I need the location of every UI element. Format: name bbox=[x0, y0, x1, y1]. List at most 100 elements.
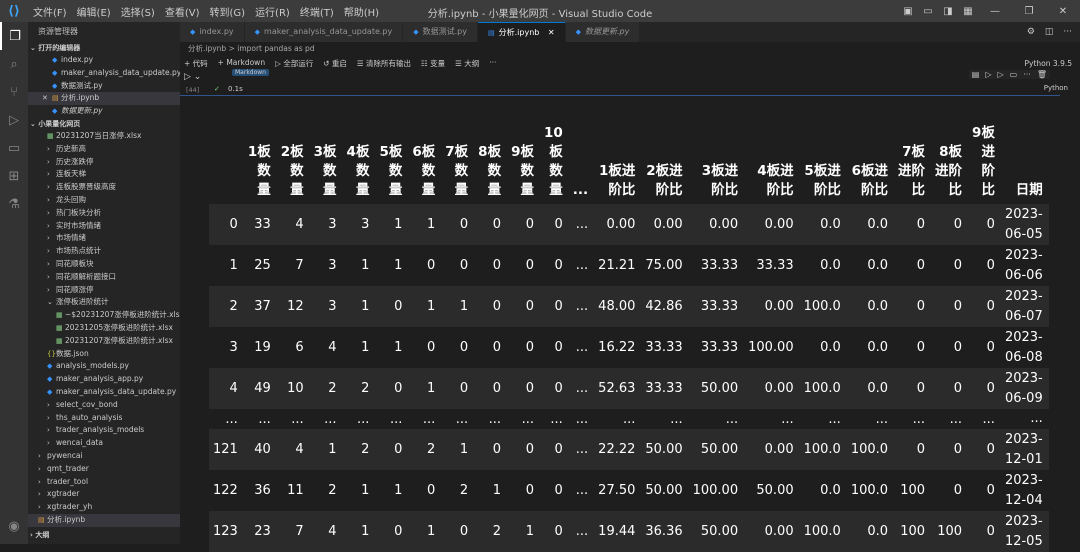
table-cell: 0 bbox=[986, 483, 995, 498]
file-tree-item[interactable]: › qmt_trader bbox=[28, 463, 180, 476]
toggle-panel-icon[interactable]: ▭ bbox=[918, 6, 938, 17]
file-tree-label: qmt_trader bbox=[47, 463, 89, 473]
remote-explorer-icon[interactable]: ▭ bbox=[0, 134, 28, 162]
layout-icon[interactable]: ▦ bbox=[958, 6, 978, 17]
close-window-button[interactable]: ✕ bbox=[1046, 6, 1080, 17]
toolbar-button[interactable]: ▷ 全部运行 bbox=[275, 58, 313, 69]
file-tree-item[interactable]: › 市场情绪 bbox=[28, 232, 180, 245]
table-cell: 52.63 bbox=[598, 381, 636, 396]
open-editor-item[interactable]: ✕ ▤ 分析.ipynb bbox=[28, 92, 180, 106]
row-index: 0 bbox=[229, 217, 238, 232]
table-cell: 22.22 bbox=[598, 442, 636, 457]
open-editor-item[interactable]: ◆ 数据更新.py bbox=[28, 105, 180, 118]
file-tree-item[interactable]: › 实时市场情绪 bbox=[28, 220, 180, 233]
table-cell: 100.00 bbox=[748, 340, 794, 355]
file-tree-item[interactable]: ◆ maker_analysis_data_update.py bbox=[28, 386, 180, 399]
editor-tab[interactable]: ◆ 数据测试.py bbox=[403, 22, 478, 42]
menu-item[interactable]: 编辑(E) bbox=[72, 4, 116, 19]
delete-cell-icon[interactable]: 🗑 bbox=[1037, 70, 1047, 79]
source-control-icon[interactable]: ⑂ bbox=[0, 78, 28, 106]
breadcrumb[interactable]: 分析.ipynb > import pandas as pd bbox=[180, 42, 1080, 56]
file-tree-item[interactable]: › xgtrader bbox=[28, 488, 180, 501]
minimize-button[interactable]: — bbox=[978, 6, 1012, 17]
toolbar-button[interactable]: ↺ 重启 bbox=[323, 58, 347, 69]
file-tree-item[interactable]: › pywencai bbox=[28, 450, 180, 463]
file-tree-item[interactable]: ⌄ 涨停板进阶统计 bbox=[28, 296, 180, 309]
row-index: 121 bbox=[213, 442, 238, 457]
close-icon[interactable]: ✕ bbox=[42, 92, 52, 105]
menu-item[interactable]: 查看(V) bbox=[160, 4, 205, 19]
execute-above-icon[interactable]: ▷ bbox=[985, 70, 991, 79]
editor-tab[interactable]: ▤ 分析.ipynb ✕ bbox=[478, 22, 566, 42]
run-by-line-icon[interactable]: ▤ bbox=[972, 70, 980, 79]
file-tree-item[interactable]: › ths_auto_analysis bbox=[28, 412, 180, 425]
toolbar-button[interactable]: ☰ 清除所有输出 bbox=[357, 58, 411, 69]
open-editor-item[interactable]: ◆ index.py bbox=[28, 54, 180, 67]
menu-item[interactable]: 文件(F) bbox=[28, 4, 72, 19]
menu-item[interactable]: 选择(S) bbox=[116, 4, 160, 19]
more-actions-icon[interactable]: ··· bbox=[1063, 27, 1072, 37]
explorer-icon[interactable]: ❐ bbox=[0, 22, 28, 50]
file-tree-item[interactable]: ▦ 20231207涨停板进阶统计.xlsx bbox=[28, 335, 180, 348]
toolbar-button[interactable]: + 代码 bbox=[184, 58, 208, 69]
more-cell-icon[interactable]: ··· bbox=[1023, 70, 1031, 79]
split-cell-icon[interactable]: ▭ bbox=[1010, 70, 1018, 79]
file-tree-item[interactable]: ▦ 20231205涨停板进阶统计.xlsx bbox=[28, 322, 180, 335]
table-cell: 0 bbox=[525, 258, 534, 273]
file-tree-item[interactable]: › xgtrader_yh bbox=[28, 501, 180, 514]
file-tree-item[interactable]: ◆ maker_analysis_app.py bbox=[28, 373, 180, 386]
outline-section[interactable]: › 大纲 bbox=[28, 529, 49, 541]
close-tab-icon[interactable]: ✕ bbox=[545, 28, 555, 37]
toolbar-button[interactable]: ☰ 大纲 bbox=[455, 58, 479, 69]
account-icon[interactable]: ◉ bbox=[0, 512, 28, 540]
file-tree-item[interactable]: {}数据.json bbox=[28, 348, 180, 361]
file-tree-item[interactable]: › 历史涨跌停 bbox=[28, 156, 180, 169]
file-tree-item[interactable]: ▤ 分析.ipynb bbox=[28, 513, 180, 527]
file-tree-item[interactable]: › 市场热点统计 bbox=[28, 245, 180, 258]
file-tree-item[interactable]: › 连板股票晋级高度 bbox=[28, 181, 180, 194]
editor-tab[interactable]: ◆ index.py bbox=[180, 22, 245, 42]
file-tree-item[interactable]: ◆ analysis_models.py bbox=[28, 360, 180, 373]
file-tree-item[interactable]: › 龙头回购 bbox=[28, 194, 180, 207]
file-tree-item[interactable]: ▦ ~$20231207涨停板进阶统计.xlsx bbox=[28, 309, 180, 322]
file-tree-item[interactable]: › trader_tool bbox=[28, 476, 180, 489]
menu-item[interactable]: 运行(R) bbox=[250, 4, 295, 19]
file-tree-item[interactable]: › wencai_data bbox=[28, 437, 180, 450]
maximize-button[interactable]: ❐ bbox=[1012, 6, 1046, 17]
cell-language[interactable]: Python bbox=[1044, 84, 1068, 92]
open-editors-section[interactable]: ⌄ 打开的编辑器 bbox=[28, 42, 180, 54]
settings-gear-icon[interactable]: ⚙ bbox=[1027, 27, 1035, 37]
file-tree-item[interactable]: › 同花顺涨停 bbox=[28, 284, 180, 297]
search-icon[interactable]: ⌕ bbox=[0, 50, 28, 78]
workspace-section[interactable]: ⌄ 小果量化网页 bbox=[28, 118, 180, 130]
kernel-picker[interactable]: Python 3.9.5 bbox=[1025, 59, 1072, 68]
file-tree-item[interactable]: › trader_analysis_models bbox=[28, 424, 180, 437]
menu-item[interactable]: 终端(T) bbox=[295, 4, 339, 19]
file-tree-item[interactable]: › 热门板块分析 bbox=[28, 207, 180, 220]
file-tree-item[interactable]: › 连板天梯 bbox=[28, 168, 180, 181]
run-debug-icon[interactable]: ▷ bbox=[0, 106, 28, 134]
editor-tab[interactable]: ◆ maker_analysis_data_update.py bbox=[244, 22, 404, 42]
file-tree-item[interactable]: › select_cov_bond bbox=[28, 399, 180, 412]
toolbar-button[interactable]: + Markdown bbox=[218, 58, 265, 69]
editor-tab[interactable]: ◆ 数据更新.py bbox=[565, 22, 641, 42]
file-tree-item[interactable]: › 同花顺板块 bbox=[28, 258, 180, 271]
menu-item[interactable]: 转到(G) bbox=[205, 4, 251, 19]
execute-below-icon[interactable]: ▷ bbox=[997, 70, 1003, 79]
split-editor-icon[interactable]: ◫ bbox=[1045, 27, 1054, 37]
toolbar-button[interactable]: ☷ 变量 bbox=[421, 58, 445, 69]
open-editor-item[interactable]: ◆ maker_analysis_data_update.py... bbox=[28, 67, 180, 80]
toggle-sidebar-icon[interactable]: ▣ bbox=[898, 6, 918, 17]
file-tree-item[interactable]: ▦ 20231207当日涨停.xlsx bbox=[28, 130, 180, 143]
toolbar-button[interactable]: ··· bbox=[489, 58, 496, 69]
file-tree-item[interactable]: › 同花顺解析题接口 bbox=[28, 271, 180, 284]
menu-item[interactable]: 帮助(H) bbox=[339, 4, 384, 19]
toggle-secondary-sidebar-icon[interactable]: ◨ bbox=[938, 6, 958, 17]
run-cell-icon[interactable]: ▷ ⌄ bbox=[184, 72, 201, 82]
file-tree-label: 市场热点统计 bbox=[56, 246, 101, 256]
table-cell: 50.00 bbox=[645, 442, 683, 457]
extensions-icon[interactable]: ⊞ bbox=[0, 162, 28, 190]
file-tree-item[interactable]: › 历史新高 bbox=[28, 143, 180, 156]
testing-icon[interactable]: ⚗ bbox=[0, 190, 28, 218]
open-editor-item[interactable]: ◆ 数据测试.py bbox=[28, 80, 180, 93]
